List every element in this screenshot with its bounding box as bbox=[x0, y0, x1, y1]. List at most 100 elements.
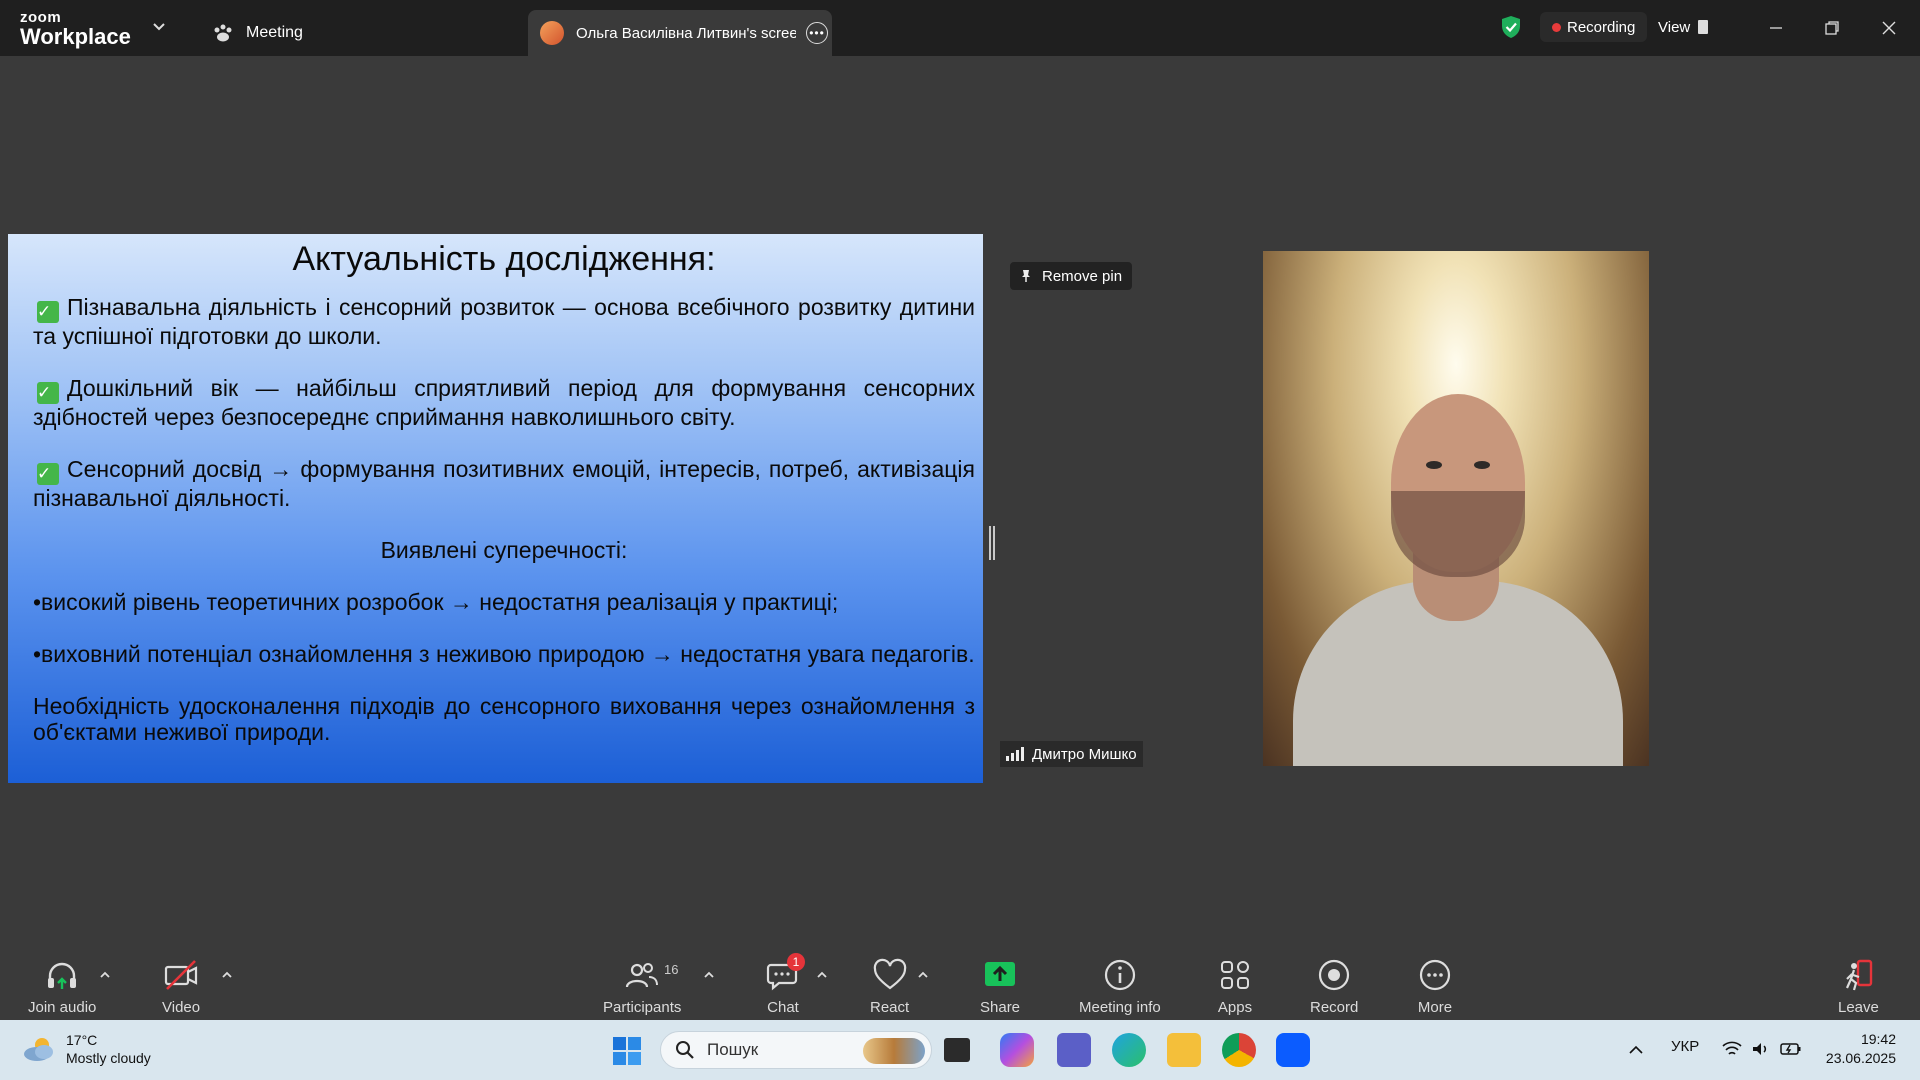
input-language-indicator[interactable]: УКР bbox=[1671, 1038, 1699, 1055]
view-button[interactable]: View bbox=[1648, 12, 1718, 42]
search-placeholder: Пошук bbox=[707, 1040, 759, 1059]
leave-icon bbox=[1846, 959, 1873, 991]
brand-big: Workplace bbox=[20, 24, 131, 49]
join-audio-button[interactable]: Join audio bbox=[28, 948, 96, 1020]
show-hidden-icons-chevron-icon[interactable] bbox=[1628, 1042, 1644, 1058]
signal-strength-icon bbox=[1006, 747, 1026, 761]
share-label: Share bbox=[980, 999, 1021, 1016]
weather-temperature: 17°C bbox=[66, 1032, 98, 1048]
chevron-up-icon[interactable] bbox=[220, 968, 234, 982]
leave-label: Leave bbox=[1838, 999, 1879, 1016]
restore-icon bbox=[1825, 21, 1839, 35]
share-screen-icon bbox=[985, 962, 1016, 986]
zoom-app-icon[interactable] bbox=[1276, 1033, 1310, 1067]
minimize-icon bbox=[1770, 27, 1782, 29]
participant-video[interactable] bbox=[1263, 251, 1649, 766]
more-button[interactable]: More bbox=[1417, 948, 1453, 1020]
search-highlight-image bbox=[863, 1038, 925, 1064]
chevron-up-icon[interactable] bbox=[702, 968, 716, 982]
meeting-toolbar: Join audio Video Participants 16 1 Chat … bbox=[0, 948, 1920, 1020]
zoom-window: zoom Workplace Meeting Ольга Василівна Л… bbox=[0, 0, 1920, 1080]
title-bar: zoom Workplace Meeting Ольга Василівна Л… bbox=[0, 0, 1920, 56]
chevron-up-icon[interactable] bbox=[98, 968, 112, 982]
shared-screen-slide: Актуальність дослідження: ✓ Пізнавальна д… bbox=[8, 234, 983, 783]
meeting-info-button[interactable]: Meeting info bbox=[1079, 948, 1161, 1020]
close-button[interactable] bbox=[1875, 14, 1903, 42]
search-icon bbox=[676, 1041, 694, 1059]
tab-meeting-label: Meeting bbox=[246, 24, 303, 41]
meeting-info-label: Meeting info bbox=[1079, 999, 1161, 1016]
clock-time: 19:42 bbox=[1860, 1031, 1896, 1047]
chevron-down-icon[interactable] bbox=[152, 20, 166, 34]
participants-label: Participants bbox=[603, 999, 682, 1016]
more-options-icon[interactable]: ••• bbox=[806, 22, 828, 44]
apps-button[interactable]: Apps bbox=[1217, 948, 1253, 1020]
wifi-icon[interactable] bbox=[1722, 1040, 1742, 1058]
remove-pin-label: Remove pin bbox=[1042, 267, 1123, 285]
join-audio-label: Join audio bbox=[28, 999, 97, 1016]
recording-indicator[interactable]: Recording bbox=[1540, 12, 1648, 42]
share-button[interactable]: Share bbox=[980, 948, 1020, 1020]
video-button[interactable]: Video bbox=[162, 948, 200, 1020]
react-button[interactable]: React bbox=[870, 948, 909, 1020]
chrome-icon[interactable] bbox=[1222, 1033, 1256, 1067]
apps-label: Apps bbox=[1217, 999, 1253, 1016]
participants-button[interactable]: Participants bbox=[603, 948, 681, 1020]
participant-name: Дмитро Мишко bbox=[1032, 745, 1137, 763]
system-clock[interactable]: 19:42 23.06.2025 bbox=[1826, 1030, 1896, 1068]
task-view-icon[interactable] bbox=[944, 1038, 970, 1062]
video-off-icon bbox=[164, 960, 198, 990]
pin-icon bbox=[1022, 270, 1030, 282]
chat-unread-badge: 1 bbox=[787, 953, 805, 971]
slide-contradiction-2: •виховний потенціал ознайомлення з нежив… bbox=[33, 641, 975, 667]
tab-share-label: Ольга Василівна Литвин's screen bbox=[576, 24, 796, 42]
slide-contradiction-1: •високий рівень теоретичних розробок → н… bbox=[33, 589, 839, 615]
more-label: More bbox=[1417, 999, 1453, 1016]
close-icon bbox=[1882, 21, 1896, 35]
heart-icon bbox=[873, 958, 906, 990]
volume-icon[interactable] bbox=[1751, 1040, 1769, 1058]
check-mark-icon: ✓ bbox=[37, 463, 59, 485]
remove-pin-button[interactable]: Remove pin bbox=[1010, 262, 1133, 290]
check-mark-icon: ✓ bbox=[37, 301, 59, 323]
slide-subheading: Виявлені суперечності: bbox=[380, 537, 628, 563]
windows-start-icon[interactable] bbox=[612, 1036, 642, 1066]
video-eye-right bbox=[1474, 461, 1490, 469]
more-icon bbox=[1419, 959, 1451, 991]
taskbar-search-box[interactable]: Пошук bbox=[660, 1031, 932, 1069]
windows-taskbar: 17°C Mostly cloudy Пошук УКР 19:42 23.06… bbox=[0, 1020, 1920, 1080]
slide-point-1: ✓ Пізнавальна діяльність і сенсорний розв… bbox=[33, 294, 975, 349]
weather-widget[interactable]: 17°C Mostly cloudy bbox=[22, 1031, 151, 1067]
slide-point-3: ✓ Сенсорний досвід → формування позитивни… bbox=[33, 456, 975, 511]
recording-label: Recording bbox=[1567, 18, 1636, 36]
restore-button[interactable] bbox=[1818, 14, 1846, 42]
slide-title: Актуальність дослідження: bbox=[292, 240, 716, 278]
cloudy-weather-icon bbox=[24, 1038, 53, 1061]
presenter-avatar bbox=[540, 21, 564, 45]
leave-button[interactable]: Leave bbox=[1838, 948, 1879, 1020]
split-view-handle[interactable] bbox=[989, 526, 995, 560]
zoom-logo: zoom Workplace bbox=[20, 10, 131, 48]
shield-check-icon[interactable] bbox=[1500, 15, 1522, 39]
chevron-up-icon[interactable] bbox=[916, 968, 930, 982]
chat-button[interactable]: 1 Chat bbox=[765, 948, 805, 1020]
video-beard bbox=[1391, 491, 1525, 577]
tab-meeting[interactable]: Meeting bbox=[212, 10, 303, 56]
video-eye-left bbox=[1426, 461, 1442, 469]
view-layout-icon bbox=[1698, 20, 1709, 34]
tab-screen-share[interactable]: Ольга Василівна Литвин's screen ••• bbox=[528, 10, 832, 56]
participant-name-tag: Дмитро Мишко bbox=[1000, 741, 1143, 767]
record-button[interactable]: Record bbox=[1310, 948, 1358, 1020]
participants-icon bbox=[626, 963, 659, 988]
chevron-up-icon[interactable] bbox=[815, 968, 829, 982]
slide-conclusion: Необхідність удосконалення підходів до с… bbox=[33, 693, 975, 745]
slide-point-2: ✓ Дошкільний вік — найбільш сприятливий п… bbox=[33, 375, 975, 430]
record-icon bbox=[1319, 959, 1350, 991]
teams-icon[interactable] bbox=[1057, 1033, 1091, 1067]
weather-condition: Mostly cloudy bbox=[66, 1050, 151, 1066]
file-explorer-icon[interactable] bbox=[1167, 1033, 1201, 1067]
battery-charging-icon[interactable] bbox=[1780, 1041, 1802, 1057]
minimize-button[interactable] bbox=[1762, 14, 1790, 42]
edge-icon[interactable] bbox=[1112, 1033, 1146, 1067]
copilot-icon[interactable] bbox=[1000, 1033, 1034, 1067]
